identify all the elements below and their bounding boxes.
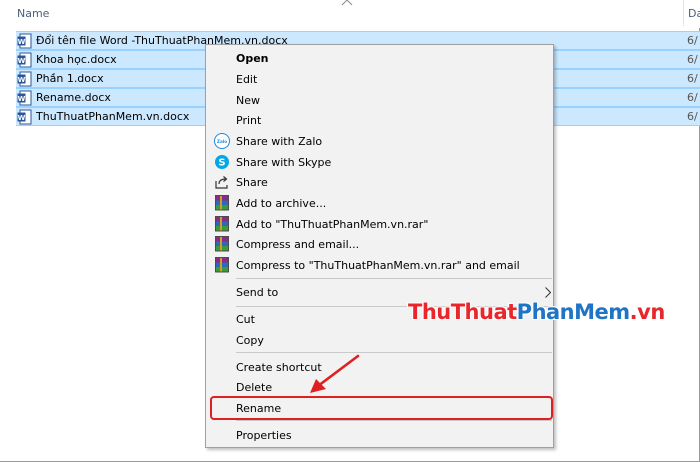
menu-item-label: Delete — [236, 381, 273, 394]
menu-item-label: Cut — [236, 313, 255, 326]
file-date: 6/ — [687, 34, 698, 47]
word-doc-icon: W — [17, 33, 32, 49]
word-doc-icon: W — [17, 52, 32, 68]
menu-item-label: Copy — [236, 334, 264, 347]
zalo-icon-text: Zalo — [217, 139, 227, 144]
menu-item-add-rar[interactable]: Add to "ThuThuatPhanMem.vn.rar" — [206, 214, 553, 234]
menu-item-open[interactable]: Open — [206, 48, 553, 68]
sort-chevron-icon — [341, 0, 353, 6]
menu-item-delete[interactable]: Delete — [206, 377, 553, 397]
menu-item-label: Compress and email... — [236, 238, 360, 251]
file-name: ThuThuatPhanMem.vn.docx — [36, 110, 190, 123]
watermark-logo: ThuThuatPhanMem.vn — [408, 300, 665, 324]
watermark-part: .vn — [629, 300, 666, 324]
menu-item-label: Add to "ThuThuatPhanMem.vn.rar" — [236, 218, 429, 231]
skype-icon: S — [215, 155, 229, 169]
share-icon — [215, 176, 228, 189]
menu-item-share-zalo[interactable]: Zalo Share with Zalo — [206, 131, 553, 151]
context-menu: Open Edit New Print Zalo Share with Zalo… — [205, 44, 554, 448]
menu-item-label: Share — [236, 176, 268, 189]
svg-text:S: S — [218, 158, 225, 169]
file-date: 6/ — [687, 53, 698, 66]
menu-item-share-skype[interactable]: S Share with Skype — [206, 152, 553, 172]
word-doc-icon: W — [17, 71, 32, 87]
menu-item-label: Open — [236, 52, 269, 65]
menu-item-new[interactable]: New — [206, 90, 553, 110]
winrar-icon — [215, 236, 229, 252]
word-doc-icon: W — [17, 109, 32, 125]
watermark-part: PhanMem — [516, 300, 630, 324]
file-date: 6/ — [687, 110, 698, 123]
chevron-right-icon — [545, 287, 551, 298]
svg-text:W: W — [18, 38, 26, 46]
file-date: 6/ — [687, 72, 698, 85]
zalo-icon: Zalo — [214, 133, 230, 149]
menu-item-label: Share with Zalo — [236, 135, 323, 148]
file-date: 6/ — [687, 91, 698, 104]
file-name: Phần 1.docx — [36, 72, 104, 85]
word-doc-icon: W — [17, 90, 32, 106]
menu-item-label: Edit — [236, 73, 258, 86]
svg-text:W: W — [18, 114, 26, 122]
menu-item-label: Print — [236, 114, 262, 127]
menu-item-label: Send to — [236, 286, 279, 299]
menu-item-compress-rar-email[interactable]: Compress to "ThuThuatPhanMem.vn.rar" and… — [206, 255, 553, 275]
watermark-part: ThuThuat — [408, 300, 517, 324]
menu-item-print[interactable]: Print — [206, 110, 553, 130]
column-header: Name Da — [0, 0, 700, 28]
winrar-icon — [215, 195, 229, 211]
menu-item-label: Add to archive... — [236, 197, 327, 210]
menu-item-compress-email[interactable]: Compress and email... — [206, 234, 553, 254]
menu-separator — [236, 352, 552, 353]
menu-separator — [236, 420, 552, 421]
winrar-icon — [215, 216, 229, 232]
svg-text:W: W — [18, 57, 26, 65]
menu-item-copy[interactable]: Copy — [206, 330, 553, 350]
menu-item-label: Compress to "ThuThuatPhanMem.vn.rar" and… — [236, 259, 520, 272]
menu-item-edit[interactable]: Edit — [206, 69, 553, 89]
column-header-name[interactable]: Name — [17, 7, 49, 20]
menu-item-share[interactable]: Share — [206, 172, 553, 192]
pointer-arrow-icon — [310, 354, 360, 393]
file-name: Rename.docx — [36, 91, 111, 104]
menu-item-properties[interactable]: Properties — [206, 425, 553, 445]
svg-text:W: W — [18, 76, 26, 84]
column-header-date[interactable]: Da — [688, 7, 700, 20]
menu-separator — [236, 278, 552, 279]
file-name: Khoa học.docx — [36, 53, 117, 66]
menu-item-create-shortcut[interactable]: Create shortcut — [206, 357, 553, 377]
menu-item-send-to[interactable]: Send to — [206, 282, 553, 302]
menu-item-label: Share with Skype — [236, 156, 332, 169]
menu-item-add-archive[interactable]: Add to archive... — [206, 193, 553, 213]
column-divider[interactable] — [683, 0, 684, 26]
menu-item-label: Properties — [236, 429, 292, 442]
winrar-icon — [215, 257, 229, 273]
svg-text:W: W — [18, 95, 26, 103]
rename-highlight-box — [210, 396, 553, 420]
menu-item-label: New — [236, 94, 260, 107]
